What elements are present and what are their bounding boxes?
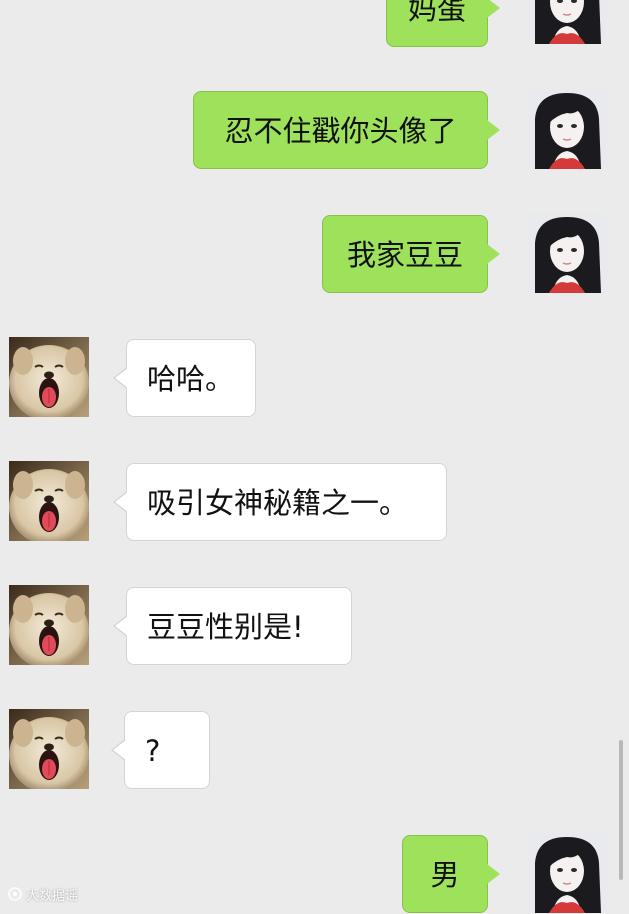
avatar-self[interactable] [527,213,607,293]
avatar-contact[interactable] [9,461,89,541]
incoming-message-bubble[interactable]: 吸引女神秘籍之一。 [113,463,447,541]
message-text: 我家豆豆 [346,238,463,272]
outgoing-message-bubble[interactable]: 男 [402,835,500,913]
watermark-logo-icon [8,887,22,901]
incoming-message-bubble[interactable]: ? [111,711,210,789]
girl-avatar [527,213,607,293]
avatar-contact[interactable] [9,585,89,665]
avatar-contact[interactable] [9,337,89,417]
dog-avatar [9,337,89,417]
message-text: 哈哈。 [147,362,235,396]
avatar-contact[interactable] [9,709,89,789]
dog-avatar [9,709,89,789]
incoming-message-bubble[interactable]: 哈哈。 [113,339,256,417]
girl-avatar [527,833,607,913]
outgoing-message-bubble[interactable]: 妈蛋 [386,0,500,47]
message-text: 妈蛋 [407,0,466,26]
outgoing-message-bubble[interactable]: 忍不住戳你头像了 [193,91,500,169]
watermark-text: 大数据谣 [26,888,79,904]
message-text: 男 [430,858,460,892]
scrollbar[interactable] [619,740,623,880]
incoming-message-bubble[interactable]: 豆豆性别是! [113,587,352,665]
outgoing-message-bubble[interactable]: 我家豆豆 [322,215,500,293]
dog-avatar [9,461,89,541]
avatar-self[interactable] [527,89,607,169]
avatar-self[interactable] [527,0,607,44]
message-text: 吸引女神秘籍之一。 [147,486,409,520]
dog-avatar [9,585,89,665]
watermark: 大数据谣 [8,884,78,904]
girl-avatar [527,89,607,169]
message-text: 豆豆性别是! [147,610,304,644]
message-text: ? [145,734,161,768]
girl-avatar [527,0,607,44]
avatar-self[interactable] [527,833,607,913]
message-text: 忍不住戳你头像了 [224,114,457,148]
chat-message-list[interactable]: 妈蛋 忍不住戳你头像了 我家豆豆 哈哈。 吸引女神秘籍之一。 豆豆性别是! ? [0,0,629,913]
